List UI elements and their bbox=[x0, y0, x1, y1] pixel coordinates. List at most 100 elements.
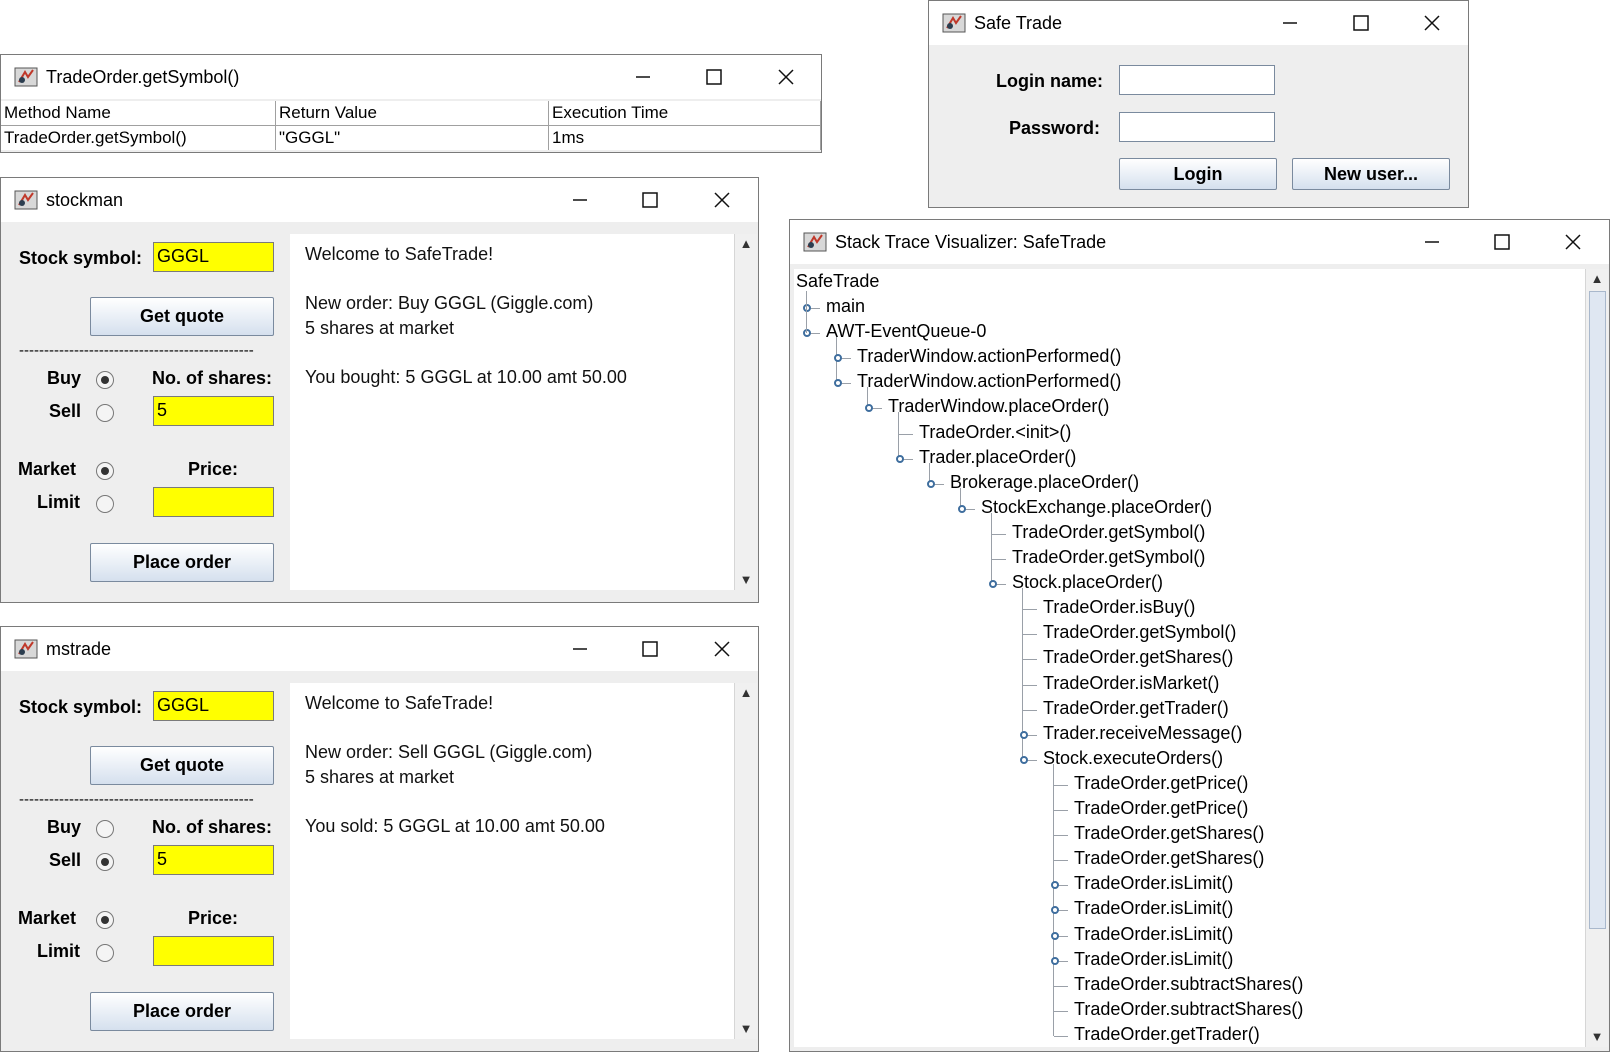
tree-node[interactable]: Trader.receiveMessage() bbox=[1043, 723, 1242, 744]
collapse-handle-icon[interactable] bbox=[1051, 881, 1059, 890]
market-radio[interactable] bbox=[96, 911, 114, 929]
expand-handle-icon[interactable] bbox=[1020, 755, 1028, 764]
scroll-down-icon[interactable]: ▼ bbox=[735, 1019, 757, 1039]
minimize-icon[interactable] bbox=[1278, 11, 1302, 35]
tree-node[interactable]: TraderWindow.actionPerformed() bbox=[857, 346, 1121, 367]
sell-radio[interactable] bbox=[96, 404, 114, 422]
new-user-button[interactable]: New user... bbox=[1292, 158, 1450, 190]
tree-node[interactable]: Brokerage.placeOrder() bbox=[950, 472, 1139, 493]
tree-node[interactable]: TradeOrder.<init>() bbox=[919, 422, 1071, 443]
call-tree[interactable]: SafeTrade main AWT-EventQueue-0 TraderWind… bbox=[794, 269, 1585, 1047]
message-area[interactable]: Welcome to SafeTrade! New order: Buy GGG… bbox=[290, 234, 734, 590]
title-bar[interactable]: Safe Trade bbox=[929, 1, 1468, 45]
vertical-scrollbar[interactable]: ▲ ▼ bbox=[1585, 269, 1608, 1047]
tree-node[interactable]: TradeOrder.isLimit() bbox=[1074, 873, 1233, 894]
vertical-scrollbar[interactable]: ▲ ▼ bbox=[734, 234, 757, 590]
shares-input[interactable]: 5 bbox=[153, 396, 274, 426]
message-area[interactable]: Welcome to SafeTrade! New order: Sell GG… bbox=[290, 683, 734, 1039]
place-order-button[interactable]: Place order bbox=[90, 543, 274, 582]
scroll-up-icon[interactable]: ▲ bbox=[735, 683, 757, 703]
collapse-handle-icon[interactable] bbox=[1051, 956, 1059, 965]
maximize-icon[interactable] bbox=[638, 188, 662, 212]
price-input[interactable] bbox=[153, 487, 274, 517]
tree-node[interactable]: TradeOrder.getPrice() bbox=[1074, 798, 1248, 819]
tree-node[interactable]: main bbox=[826, 296, 865, 317]
collapse-handle-icon[interactable] bbox=[834, 354, 842, 363]
login-button[interactable]: Login bbox=[1119, 158, 1277, 190]
tree-root[interactable]: SafeTrade bbox=[796, 271, 879, 292]
sell-radio[interactable] bbox=[96, 853, 114, 871]
maximize-icon[interactable] bbox=[1490, 230, 1514, 254]
maximize-icon[interactable] bbox=[638, 637, 662, 661]
vertical-scrollbar[interactable]: ▲ ▼ bbox=[734, 683, 757, 1039]
limit-radio[interactable] bbox=[96, 944, 114, 962]
tree-node[interactable]: TraderWindow.placeOrder() bbox=[888, 396, 1109, 417]
get-quote-button[interactable]: Get quote bbox=[90, 746, 274, 785]
password-input[interactable] bbox=[1119, 112, 1275, 142]
table-row[interactable]: TradeOrder.getSymbol() "GGGL" 1ms bbox=[1, 126, 821, 150]
expand-handle-icon[interactable] bbox=[927, 479, 935, 488]
scrollbar-thumb[interactable] bbox=[1589, 291, 1606, 929]
expand-handle-icon[interactable] bbox=[958, 504, 966, 513]
tree-node[interactable]: TradeOrder.isBuy() bbox=[1043, 597, 1195, 618]
tree-node[interactable]: TradeOrder.isMarket() bbox=[1043, 673, 1219, 694]
expand-handle-icon[interactable] bbox=[865, 404, 873, 413]
tree-node[interactable]: TradeOrder.getSymbol() bbox=[1043, 622, 1236, 643]
tree-node[interactable]: TradeOrder.getShares() bbox=[1074, 823, 1264, 844]
tree-node[interactable]: TradeOrder.isLimit() bbox=[1074, 898, 1233, 919]
limit-radio[interactable] bbox=[96, 495, 114, 513]
expand-handle-icon[interactable] bbox=[896, 454, 904, 463]
buy-radio[interactable] bbox=[96, 371, 114, 389]
tree-node[interactable]: Trader.placeOrder() bbox=[919, 447, 1076, 468]
login-name-input[interactable] bbox=[1119, 65, 1275, 95]
place-order-button[interactable]: Place order bbox=[90, 992, 274, 1031]
column-header[interactable]: Method Name bbox=[1, 101, 276, 125]
stock-symbol-input[interactable]: GGGL bbox=[153, 242, 274, 272]
stock-symbol-input[interactable]: GGGL bbox=[153, 691, 274, 721]
tree-node[interactable]: TraderWindow.actionPerformed() bbox=[857, 371, 1121, 392]
maximize-icon[interactable] bbox=[1349, 11, 1373, 35]
tree-node[interactable]: Stock.placeOrder() bbox=[1012, 572, 1163, 593]
close-icon[interactable] bbox=[1561, 230, 1585, 254]
tree-node[interactable]: StockExchange.placeOrder() bbox=[981, 497, 1212, 518]
minimize-icon[interactable] bbox=[568, 637, 592, 661]
expand-handle-icon[interactable] bbox=[989, 580, 997, 589]
tree-node[interactable]: TradeOrder.isLimit() bbox=[1074, 949, 1233, 970]
expand-handle-icon[interactable] bbox=[803, 329, 811, 338]
scroll-up-icon[interactable]: ▲ bbox=[735, 234, 757, 254]
tree-node[interactable]: TradeOrder.getPrice() bbox=[1074, 773, 1248, 794]
tree-node[interactable]: TradeOrder.subtractShares() bbox=[1074, 999, 1303, 1020]
tree-node[interactable]: AWT-EventQueue-0 bbox=[826, 321, 986, 342]
scroll-up-icon[interactable]: ▲ bbox=[1586, 269, 1608, 289]
close-icon[interactable] bbox=[774, 65, 798, 89]
tree-node[interactable]: TradeOrder.isLimit() bbox=[1074, 924, 1233, 945]
maximize-icon[interactable] bbox=[702, 65, 726, 89]
expand-handle-icon[interactable] bbox=[834, 379, 842, 388]
collapse-handle-icon[interactable] bbox=[1051, 906, 1059, 915]
close-icon[interactable] bbox=[1420, 11, 1444, 35]
title-bar[interactable]: TradeOrder.getSymbol() bbox=[1, 55, 821, 99]
collapse-handle-icon[interactable] bbox=[1020, 730, 1028, 739]
shares-input[interactable]: 5 bbox=[153, 845, 274, 875]
tree-node[interactable]: Stock.executeOrders() bbox=[1043, 748, 1223, 769]
title-bar[interactable]: mstrade bbox=[1, 627, 758, 671]
price-input[interactable] bbox=[153, 936, 274, 966]
tree-node[interactable]: TradeOrder.getShares() bbox=[1074, 848, 1264, 869]
close-icon[interactable] bbox=[710, 188, 734, 212]
minimize-icon[interactable] bbox=[568, 188, 592, 212]
collapse-handle-icon[interactable] bbox=[803, 304, 811, 312]
get-quote-button[interactable]: Get quote bbox=[90, 297, 274, 336]
collapse-handle-icon[interactable] bbox=[1051, 931, 1059, 940]
tree-node[interactable]: TradeOrder.getShares() bbox=[1043, 647, 1233, 668]
title-bar[interactable]: stockman bbox=[1, 178, 758, 222]
market-radio[interactable] bbox=[96, 462, 114, 480]
title-bar[interactable]: Stack Trace Visualizer: SafeTrade bbox=[790, 220, 1609, 264]
tree-node[interactable]: TradeOrder.getTrader() bbox=[1074, 1024, 1260, 1045]
tree-node[interactable]: TradeOrder.getSymbol() bbox=[1012, 547, 1205, 568]
close-icon[interactable] bbox=[710, 637, 734, 661]
scroll-down-icon[interactable]: ▼ bbox=[1586, 1027, 1608, 1047]
tree-node[interactable]: TradeOrder.getTrader() bbox=[1043, 698, 1229, 719]
minimize-icon[interactable] bbox=[631, 65, 655, 89]
column-header[interactable]: Return Value bbox=[276, 101, 549, 125]
tree-node[interactable]: TradeOrder.getSymbol() bbox=[1012, 522, 1205, 543]
